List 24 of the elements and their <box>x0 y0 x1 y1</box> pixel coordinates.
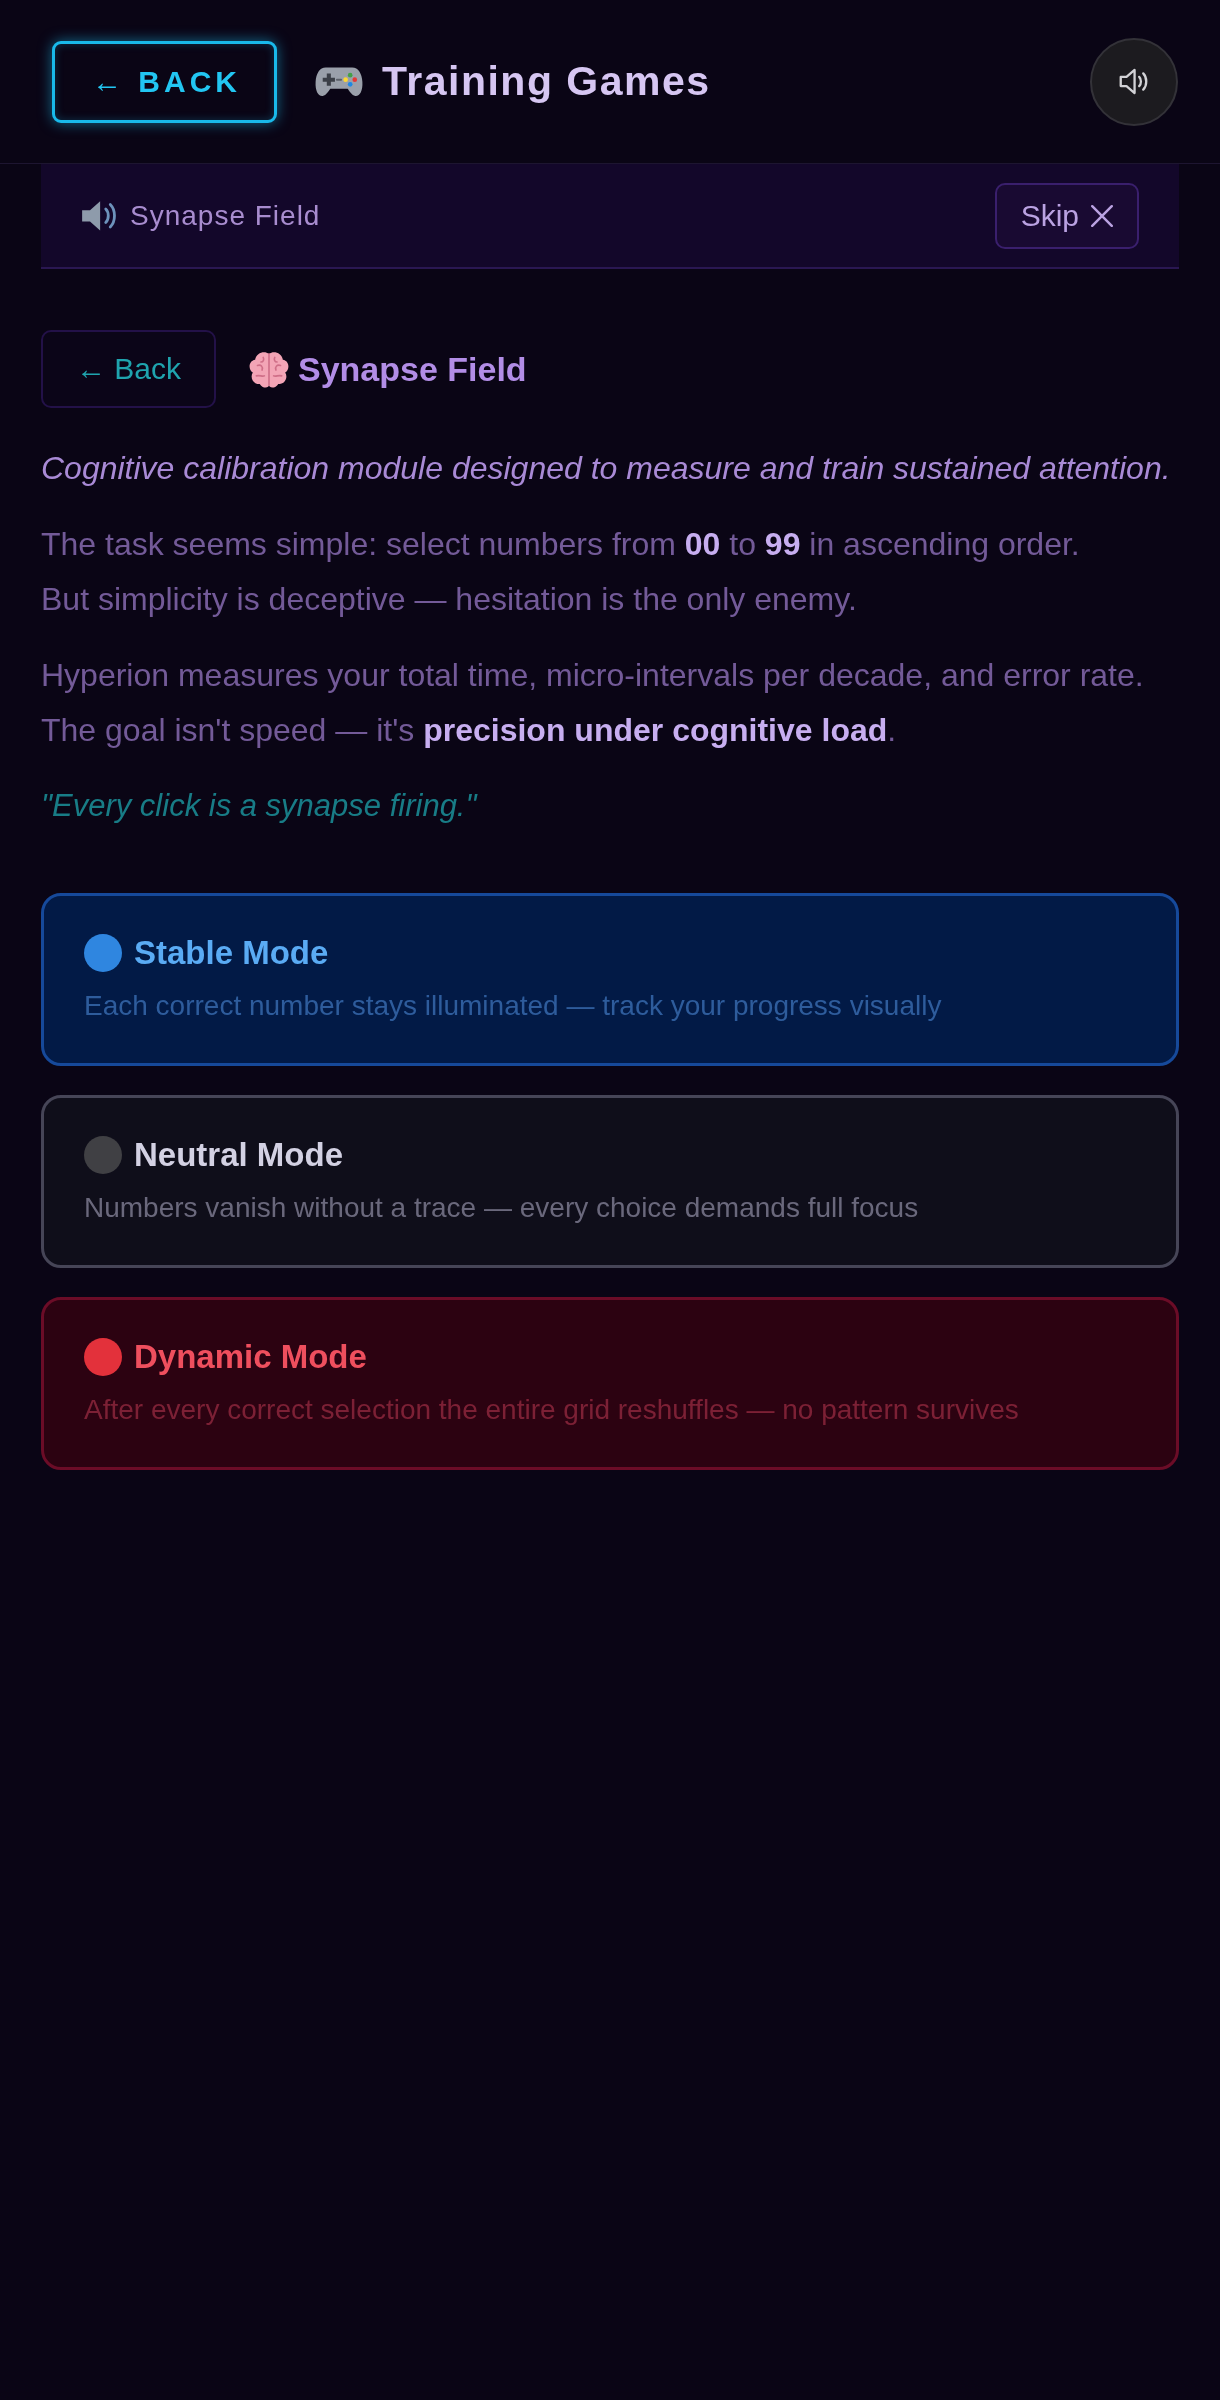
speaker-icon <box>81 199 117 232</box>
skip-button[interactable]: Skip <box>994 182 1139 249</box>
gamepad-icon <box>315 66 363 97</box>
tagline-text: Cognitive calibration module designed to measure and train sustained attention. <box>41 449 1172 488</box>
mode-title: Dynamic Mode <box>134 1337 367 1377</box>
quote-text: "Every click is a synapse firing." <box>41 787 479 825</box>
mode-description: Each correct number stays illuminated — track your progress visually <box>84 989 943 1023</box>
mode-card[interactable]: Dynamic Mode After every correct selection the entire grid reshuffles — no pattern survives <box>41 1297 1179 1470</box>
back-button[interactable]: ← Back <box>41 330 216 408</box>
page-title: Training Games <box>382 58 711 105</box>
description-paragraph: Hyperion measures your total time, micro-intervals per decade, and error rate. The goal isn't speed — it's precision under cognitive load. <box>41 656 1145 750</box>
game-title: Synapse Field <box>298 349 527 389</box>
banner-title: Synapse Field <box>130 199 321 232</box>
speaker-icon <box>1119 68 1149 95</box>
close-icon <box>1091 204 1113 227</box>
mode-title: Stable Mode <box>134 933 329 973</box>
mode-card[interactable]: Stable Mode Each correct number stays illuminated — track your progress visually <box>41 893 1179 1066</box>
mode-description: After every correct selection the entire grid reshuffles — no pattern survives <box>84 1393 1020 1427</box>
back-button[interactable]: ← BACK <box>52 40 277 123</box>
mode-description: Numbers vanish without a trace — every choice demands full focus <box>84 1191 920 1225</box>
mode-title: Neutral Mode <box>134 1135 344 1175</box>
description-paragraph: The task seems simple: select numbers from 00 to 99 in ascending order. But simplicity is deceptive — hesitation is the only enemy. <box>41 525 1081 619</box>
brain-icon <box>248 350 290 388</box>
mode-card[interactable]: Neutral Mode Numbers vanish without a trace — every choice demands full focus <box>41 1095 1179 1268</box>
